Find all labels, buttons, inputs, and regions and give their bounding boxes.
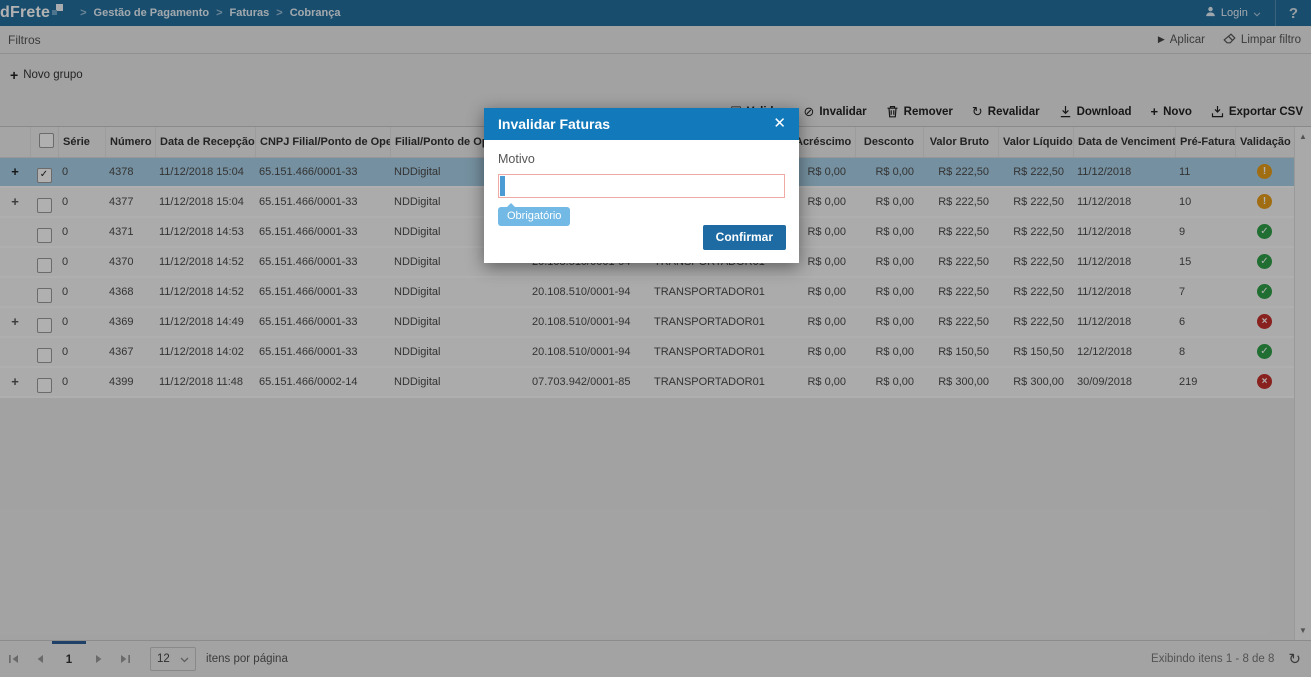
confirm-button[interactable]: Confirmar — [702, 225, 786, 250]
motivo-label: Motivo — [498, 152, 535, 166]
motivo-input-wrap — [498, 174, 785, 198]
close-icon[interactable]: ✕ — [760, 108, 799, 140]
modal-body: Motivo Obrigatório Confirmar — [484, 140, 799, 263]
modal-overlay — [0, 0, 1311, 677]
required-tooltip: Obrigatório — [498, 203, 571, 226]
modal-title: Invalidar Faturas — [498, 116, 611, 132]
modal-header: Invalidar Faturas ✕ — [484, 108, 799, 140]
invalidate-invoices-modal: Invalidar Faturas ✕ Motivo Obrigatório C… — [484, 108, 799, 263]
motivo-input[interactable] — [498, 174, 785, 198]
